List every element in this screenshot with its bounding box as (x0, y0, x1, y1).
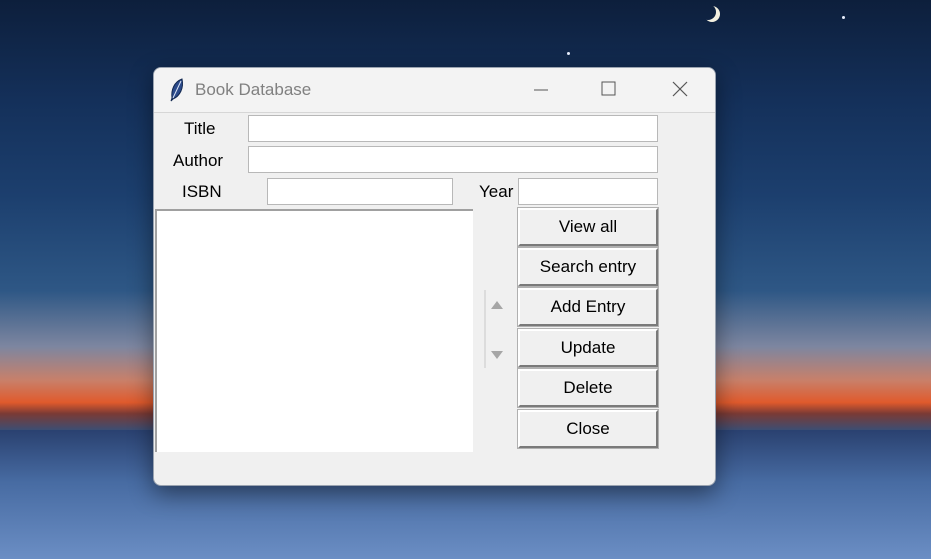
book-listbox[interactable] (155, 209, 473, 452)
scrollbar-track[interactable] (484, 290, 486, 368)
minimize-button[interactable] (518, 68, 564, 112)
title-label: Title (184, 119, 216, 138)
isbn-field[interactable] (267, 178, 453, 205)
update-button[interactable]: Update (517, 328, 659, 368)
year-field[interactable] (518, 178, 658, 205)
title-bar[interactable]: Book Database (154, 68, 715, 113)
isbn-label: ISBN (182, 182, 222, 201)
star (842, 16, 845, 19)
search-entry-button[interactable]: Search entry (517, 247, 659, 287)
add-entry-button[interactable]: Add Entry (517, 287, 659, 327)
view-all-button[interactable]: View all (517, 207, 659, 247)
year-label: Year (479, 182, 514, 201)
app-window: Book Database Title Author ISBN Year Vie… (153, 67, 716, 486)
minimize-icon (534, 89, 548, 91)
scroll-down-icon[interactable] (491, 351, 503, 359)
maximize-icon (601, 81, 616, 96)
star (567, 52, 570, 55)
author-field[interactable] (248, 146, 658, 173)
close-button[interactable]: Close (517, 409, 659, 449)
window-title: Book Database (195, 80, 312, 99)
close-window-button[interactable] (657, 68, 703, 112)
scroll-up-icon[interactable] (491, 301, 503, 309)
maximize-button[interactable] (585, 68, 631, 112)
author-label: Author (173, 151, 224, 170)
moon (700, 4, 716, 20)
delete-button[interactable]: Delete (517, 368, 659, 408)
close-icon (672, 81, 688, 97)
title-field[interactable] (248, 115, 658, 142)
feather-icon (170, 78, 183, 102)
